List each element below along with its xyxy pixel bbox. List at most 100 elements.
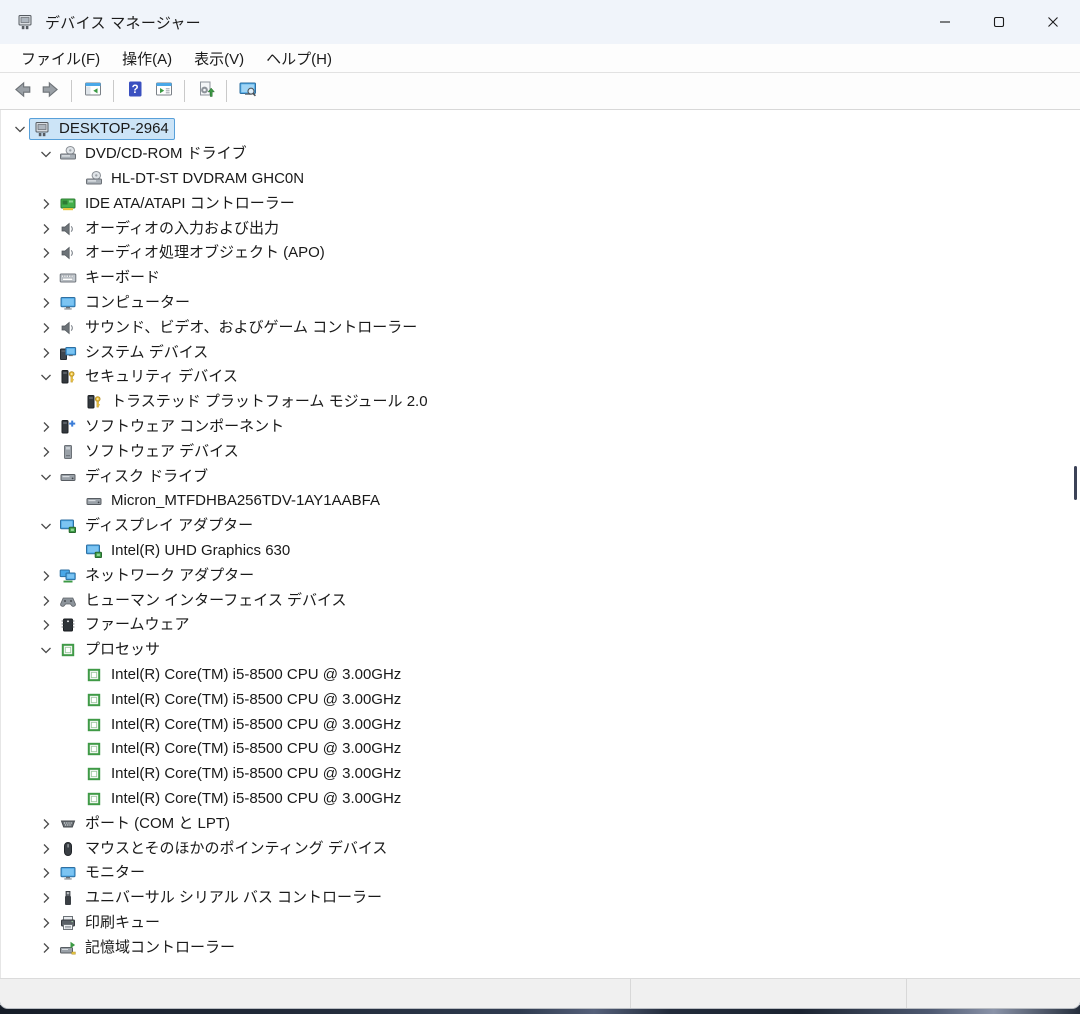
keyboard-icon xyxy=(58,269,78,287)
scrollbar-thumb[interactable] xyxy=(1074,466,1077,500)
tree-item[interactable]: ユニバーサル シリアル バス コントローラー xyxy=(1,886,1080,911)
tree-item-label: Intel(R) Core(TM) i5-8500 CPU @ 3.00GHz xyxy=(111,765,401,783)
chevron-right-icon[interactable] xyxy=(37,244,55,262)
monitor-search-icon xyxy=(239,80,257,103)
chevron-right-icon[interactable] xyxy=(37,567,55,585)
chevron-right-icon[interactable] xyxy=(37,864,55,882)
chevron-down-icon[interactable] xyxy=(37,368,55,386)
tree-item-content: トラステッド プラットフォーム モジュール 2.0 xyxy=(81,391,434,413)
back-button[interactable] xyxy=(7,77,36,106)
tree-item-label: HL-DT-ST DVDRAM GHC0N xyxy=(111,170,304,188)
menu-help[interactable]: ヘルプ(H) xyxy=(255,45,343,72)
tree-item[interactable]: マウスとそのほかのポインティング デバイス xyxy=(1,836,1080,861)
tree-item-content: ネットワーク アダプター xyxy=(55,565,260,587)
tree-item[interactable]: システム デバイス xyxy=(1,340,1080,365)
tree-item[interactable]: トラステッド プラットフォーム モジュール 2.0 xyxy=(1,390,1080,415)
chevron-right-icon[interactable] xyxy=(37,592,55,610)
display-adapter-icon xyxy=(84,542,104,560)
properties-button[interactable] xyxy=(149,77,178,106)
chevron-down-icon[interactable] xyxy=(37,641,55,659)
chevron-right-icon[interactable] xyxy=(37,220,55,238)
device-search-button[interactable] xyxy=(233,77,262,106)
tree-item[interactable]: DESKTOP-2964 xyxy=(1,117,1080,142)
tree-item[interactable]: コンピューター xyxy=(1,291,1080,316)
tree-item-content: ディスク ドライブ xyxy=(55,466,214,488)
toolbar-separator xyxy=(226,80,227,102)
chevron-right-icon[interactable] xyxy=(37,269,55,287)
forward-button[interactable] xyxy=(36,77,65,106)
tree-item-label: Intel(R) Core(TM) i5-8500 CPU @ 3.00GHz xyxy=(111,666,401,684)
chevron-right-icon[interactable] xyxy=(37,889,55,907)
chevron-down-icon[interactable] xyxy=(37,145,55,163)
display-adapter-icon xyxy=(58,517,78,535)
tree-item[interactable]: モニター xyxy=(1,861,1080,886)
tree-item[interactable]: 印刷キュー xyxy=(1,911,1080,936)
software-component-icon xyxy=(58,418,78,436)
tree-item-content: HL-DT-ST DVDRAM GHC0N xyxy=(81,168,310,190)
show-console-tree-button[interactable] xyxy=(78,77,107,106)
tree-item[interactable]: Intel(R) Core(TM) i5-8500 CPU @ 3.00GHz xyxy=(1,712,1080,737)
chevron-down-icon[interactable] xyxy=(11,120,29,138)
disk-drive-icon xyxy=(58,468,78,486)
chevron-down-icon[interactable] xyxy=(37,468,55,486)
tree-item[interactable]: HL-DT-ST DVDRAM GHC0N xyxy=(1,167,1080,192)
tree-item[interactable]: Intel(R) Core(TM) i5-8500 CPU @ 3.00GHz xyxy=(1,687,1080,712)
tree-item-selection: DESKTOP-2964 xyxy=(29,118,175,140)
chevron-right-icon[interactable] xyxy=(37,344,55,362)
tree-item[interactable]: セキュリティ デバイス xyxy=(1,365,1080,390)
processor-icon xyxy=(84,691,104,709)
tree-item[interactable]: Intel(R) UHD Graphics 630 xyxy=(1,539,1080,564)
tree-item[interactable]: ディスク ドライブ xyxy=(1,464,1080,489)
tree-item[interactable]: ソフトウェア デバイス xyxy=(1,439,1080,464)
chevron-right-icon[interactable] xyxy=(37,418,55,436)
tree-item[interactable]: ポート (COM と LPT) xyxy=(1,811,1080,836)
help-button[interactable]: ? xyxy=(120,77,149,106)
chevron-right-icon[interactable] xyxy=(37,195,55,213)
tree-item[interactable]: ネットワーク アダプター xyxy=(1,563,1080,588)
tree-item[interactable]: プロセッサ xyxy=(1,638,1080,663)
tree-item[interactable]: Intel(R) Core(TM) i5-8500 CPU @ 3.00GHz xyxy=(1,737,1080,762)
mouse-icon xyxy=(58,840,78,858)
tree-item[interactable]: サウンド、ビデオ、およびゲーム コントローラー xyxy=(1,315,1080,340)
tree-item[interactable]: ヒューマン インターフェイス デバイス xyxy=(1,588,1080,613)
chevron-right-icon[interactable] xyxy=(37,939,55,957)
minimize-button[interactable] xyxy=(918,0,972,44)
tree-item-content: Intel(R) Core(TM) i5-8500 CPU @ 3.00GHz xyxy=(81,763,407,785)
tree-item[interactable]: オーディオ処理オブジェクト (APO) xyxy=(1,241,1080,266)
chevron-right-icon[interactable] xyxy=(37,815,55,833)
tree-item[interactable]: IDE ATA/ATAPI コントローラー xyxy=(1,191,1080,216)
menu-action[interactable]: 操作(A) xyxy=(111,45,183,72)
titlebar: デバイス マネージャー xyxy=(0,0,1080,44)
scan-hardware-changes-button[interactable] xyxy=(191,77,220,106)
tree-item[interactable]: 記憶域コントローラー xyxy=(1,935,1080,960)
tree-item[interactable]: ソフトウェア コンポーネント xyxy=(1,415,1080,440)
tree-item[interactable]: ディスプレイ アダプター xyxy=(1,514,1080,539)
tree-item-label: トラステッド プラットフォーム モジュール 2.0 xyxy=(111,393,428,411)
chevron-right-icon[interactable] xyxy=(37,840,55,858)
tree-item[interactable]: DVD/CD-ROM ドライブ xyxy=(1,142,1080,167)
expander-spacer xyxy=(63,740,81,758)
chevron-down-icon[interactable] xyxy=(37,517,55,535)
tree-item[interactable]: Intel(R) Core(TM) i5-8500 CPU @ 3.00GHz xyxy=(1,762,1080,787)
menu-view[interactable]: 表示(V) xyxy=(183,45,255,72)
chevron-right-icon[interactable] xyxy=(37,443,55,461)
chevron-right-icon[interactable] xyxy=(37,616,55,634)
menu-file[interactable]: ファイル(F) xyxy=(10,45,111,72)
chevron-right-icon[interactable] xyxy=(37,914,55,932)
maximize-button[interactable] xyxy=(972,0,1026,44)
chevron-right-icon[interactable] xyxy=(37,294,55,312)
close-button[interactable] xyxy=(1026,0,1080,44)
expander-spacer xyxy=(63,716,81,734)
storage-controller-icon xyxy=(58,939,78,957)
window-title: デバイス マネージャー xyxy=(45,12,201,33)
dvd-drive-icon xyxy=(58,145,78,163)
tree-item[interactable]: Intel(R) Core(TM) i5-8500 CPU @ 3.00GHz xyxy=(1,787,1080,812)
tree-item[interactable]: オーディオの入力および出力 xyxy=(1,216,1080,241)
expander-spacer xyxy=(63,765,81,783)
tree-item[interactable]: ファームウェア xyxy=(1,613,1080,638)
speaker-icon xyxy=(58,220,78,238)
chevron-right-icon[interactable] xyxy=(37,319,55,337)
tree-item[interactable]: Intel(R) Core(TM) i5-8500 CPU @ 3.00GHz xyxy=(1,663,1080,688)
tree-item[interactable]: Micron_MTFDHBA256TDV-1AY1AABFA xyxy=(1,489,1080,514)
tree-item[interactable]: キーボード xyxy=(1,266,1080,291)
